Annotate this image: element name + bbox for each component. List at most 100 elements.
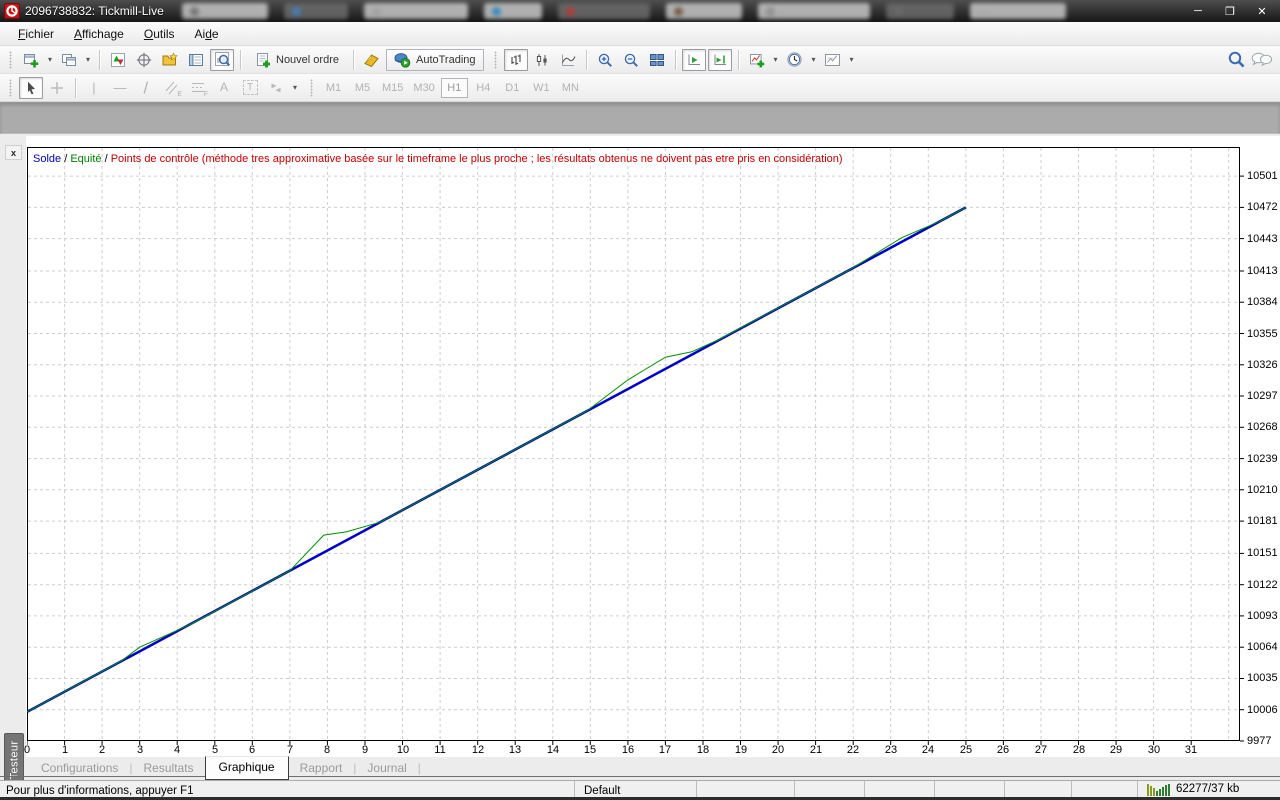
maximize-button[interactable]: ❐ — [1222, 5, 1238, 18]
crosshair-tool-button[interactable] — [45, 77, 69, 99]
timeframe-w1[interactable]: W1 — [528, 78, 555, 98]
autotrading-icon — [394, 52, 411, 68]
navigator-crosshair-button[interactable] — [132, 49, 156, 71]
statusbar-help-text: Pour plus d'informations, appuyer F1 — [0, 781, 575, 797]
chart-shift-button[interactable] — [708, 49, 732, 71]
tester-tab-journal[interactable]: Journal — [356, 758, 417, 779]
chart-legend: Solde / Equité / Points de contrôle (mét… — [33, 153, 843, 165]
search-button[interactable] — [1224, 49, 1248, 71]
minimize-button[interactable]: ─ — [1190, 5, 1206, 18]
y-axis-label: 10472 — [1247, 201, 1278, 213]
text-tool-button[interactable]: A — [212, 77, 236, 99]
y-axis-label: 10181 — [1247, 515, 1278, 527]
tester-close-button[interactable]: x — [5, 145, 22, 160]
menu-affichage[interactable]: Affichage — [64, 23, 134, 45]
timeframe-mn[interactable]: MN — [557, 78, 584, 98]
indicators-button[interactable] — [745, 49, 769, 71]
fibonacci-button[interactable]: F — [186, 77, 210, 99]
indicators-caret[interactable]: ▾ — [770, 49, 782, 71]
profiles-caret[interactable]: ▾ — [82, 49, 94, 71]
indicators-icon — [749, 52, 765, 68]
chart-line-button[interactable] — [556, 49, 580, 71]
tester-tab-rapport[interactable]: Rapport — [289, 758, 354, 779]
terminal-icon — [188, 52, 204, 68]
toolbar-gripper[interactable] — [9, 51, 12, 69]
autoscroll-button[interactable] — [682, 49, 706, 71]
toolbar-gripper[interactable] — [494, 51, 497, 69]
connection-bars-icon — [1147, 783, 1171, 796]
tester-tab-graphique[interactable]: Graphique — [205, 756, 289, 780]
blurred-tab-favicon — [978, 7, 987, 16]
x-axis-label: 20 — [772, 744, 784, 756]
timeframe-d1[interactable]: D1 — [499, 78, 526, 98]
new-chart-button[interactable] — [19, 49, 43, 71]
text-label-button[interactable]: T — [238, 77, 262, 99]
zoom-out-button[interactable] — [619, 49, 643, 71]
templates-caret[interactable]: ▾ — [846, 49, 858, 71]
timeframe-h4[interactable]: H4 — [470, 78, 497, 98]
arrows-caret[interactable]: ▾ — [289, 77, 301, 99]
menu-fichier[interactable]: Fichier — [8, 23, 64, 45]
favorites-button[interactable] — [158, 49, 182, 71]
chart-bars-button[interactable] — [504, 49, 528, 71]
tester-tab-resultats[interactable]: Resultats — [133, 758, 205, 779]
y-axis-label: 10297 — [1247, 390, 1278, 402]
channel-letter: E — [177, 91, 182, 98]
statusbar-empty-cell — [935, 781, 1005, 797]
blurred-background-tab — [364, 3, 468, 19]
arrows-icon — [268, 80, 284, 96]
new-order-button[interactable]: Nouvel ordre — [247, 49, 347, 71]
menu-outils[interactable]: Outils — [134, 23, 185, 45]
periods-button[interactable] — [783, 49, 807, 71]
cursor-arrow-icon — [23, 80, 39, 96]
strategy-tester-button[interactable] — [210, 49, 234, 71]
clock-icon — [786, 51, 803, 68]
trendline-button[interactable]: / — [134, 77, 158, 99]
cursor-button[interactable] — [19, 77, 43, 99]
x-axis-label: 10 — [397, 744, 409, 756]
zoom-in-button[interactable] — [593, 49, 617, 71]
chart-candles-button[interactable] — [530, 49, 554, 71]
arrows-tool-button[interactable] — [264, 77, 288, 99]
legend-separator: / — [61, 153, 70, 165]
metaeditor-button[interactable] — [360, 49, 384, 71]
y-axis-label: 10501 — [1247, 170, 1278, 182]
y-axis-label: 10006 — [1247, 704, 1278, 716]
templates-button[interactable] — [821, 49, 845, 71]
y-axis-label: 10064 — [1247, 641, 1278, 653]
timeframe-m30[interactable]: M30 — [409, 78, 438, 98]
profiles-button[interactable] — [57, 49, 81, 71]
close-button[interactable]: ✕ — [1254, 5, 1270, 18]
timeframe-m15[interactable]: M15 — [378, 78, 407, 98]
tile-windows-button[interactable] — [645, 49, 669, 71]
market-watch-button[interactable] — [106, 49, 130, 71]
toolbar-gripper[interactable] — [9, 79, 12, 97]
x-axis-label: 7 — [287, 744, 293, 756]
mdi-workspace — [0, 102, 1280, 134]
menu-aide[interactable]: Aide — [185, 23, 229, 45]
terminal-button[interactable] — [184, 49, 208, 71]
toolbar-gripper[interactable] — [310, 79, 313, 97]
timeframe-m1[interactable]: M1 — [320, 78, 347, 98]
equidistant-channel-button[interactable]: E — [160, 77, 184, 99]
autotrading-button[interactable]: AutoTrading — [386, 49, 484, 71]
statusbar-profile[interactable]: Default — [575, 781, 697, 797]
tester-tab-configurations[interactable]: Configurations — [30, 758, 129, 779]
tester-chart[interactable] — [27, 147, 1245, 746]
timeframe-m5[interactable]: M5 — [349, 78, 376, 98]
blurred-background-tab — [182, 3, 268, 19]
x-axis-label: 6 — [249, 744, 255, 756]
toolbar-separator — [240, 50, 241, 70]
timeframe-h1[interactable]: H1 — [441, 78, 468, 98]
horizontal-line-button[interactable]: — — [108, 77, 132, 99]
toolbar-standard: ▾ ▾ Nouvel ordre AutoTrading — [0, 46, 1280, 74]
blurred-background-tab — [484, 3, 542, 19]
x-axis-label: 30 — [1148, 744, 1160, 756]
chat-button[interactable] — [1250, 49, 1274, 71]
new-chart-caret[interactable]: ▾ — [44, 49, 56, 71]
periods-caret[interactable]: ▾ — [808, 49, 820, 71]
y-axis-label: 10035 — [1247, 672, 1278, 684]
vertical-line-button[interactable]: | — [82, 77, 106, 99]
statusbar-empty-cell — [795, 781, 865, 797]
x-axis-label: 15 — [584, 744, 596, 756]
